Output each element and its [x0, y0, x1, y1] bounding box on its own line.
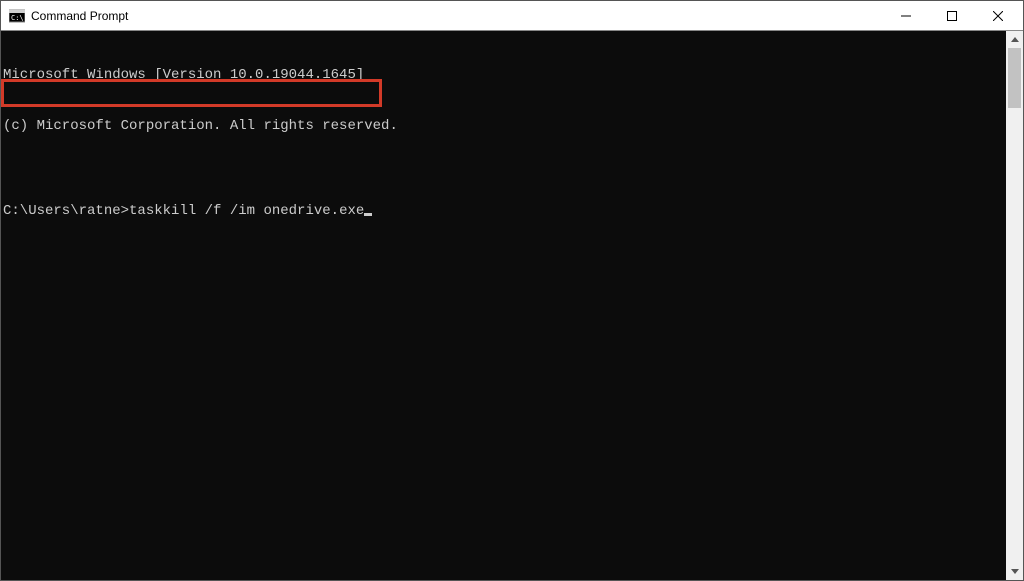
- vertical-scrollbar[interactable]: [1006, 31, 1023, 580]
- close-button[interactable]: [975, 1, 1021, 30]
- terminal-line-version: Microsoft Windows [Version 10.0.19044.16…: [1, 67, 1006, 84]
- terminal-area[interactable]: Microsoft Windows [Version 10.0.19044.16…: [1, 31, 1023, 580]
- window-title: Command Prompt: [31, 9, 128, 23]
- terminal-line-copyright: (c) Microsoft Corporation. All rights re…: [1, 118, 1006, 135]
- scrollbar-track[interactable]: [1006, 48, 1023, 563]
- scroll-up-button[interactable]: [1006, 31, 1023, 48]
- maximize-button[interactable]: [929, 1, 975, 30]
- command-text: taskkill /f /im onedrive.exe: [129, 203, 364, 220]
- scroll-down-button[interactable]: [1006, 563, 1023, 580]
- cmd-icon: C:\: [9, 8, 25, 24]
- svg-text:C:\: C:\: [11, 14, 24, 22]
- command-prompt-window: C:\ Command Prompt Microsoft Windows [Ve…: [0, 0, 1024, 581]
- terminal-prompt-line: C:\Users\ratne>taskkill /f /im onedrive.…: [1, 203, 1006, 220]
- cursor: [364, 213, 372, 216]
- scrollbar-thumb[interactable]: [1008, 48, 1021, 108]
- window-controls: [883, 1, 1021, 30]
- titlebar[interactable]: C:\ Command Prompt: [1, 1, 1023, 31]
- terminal-content[interactable]: Microsoft Windows [Version 10.0.19044.16…: [1, 31, 1006, 580]
- prompt-path: C:\Users\ratne>: [3, 203, 129, 220]
- minimize-button[interactable]: [883, 1, 929, 30]
